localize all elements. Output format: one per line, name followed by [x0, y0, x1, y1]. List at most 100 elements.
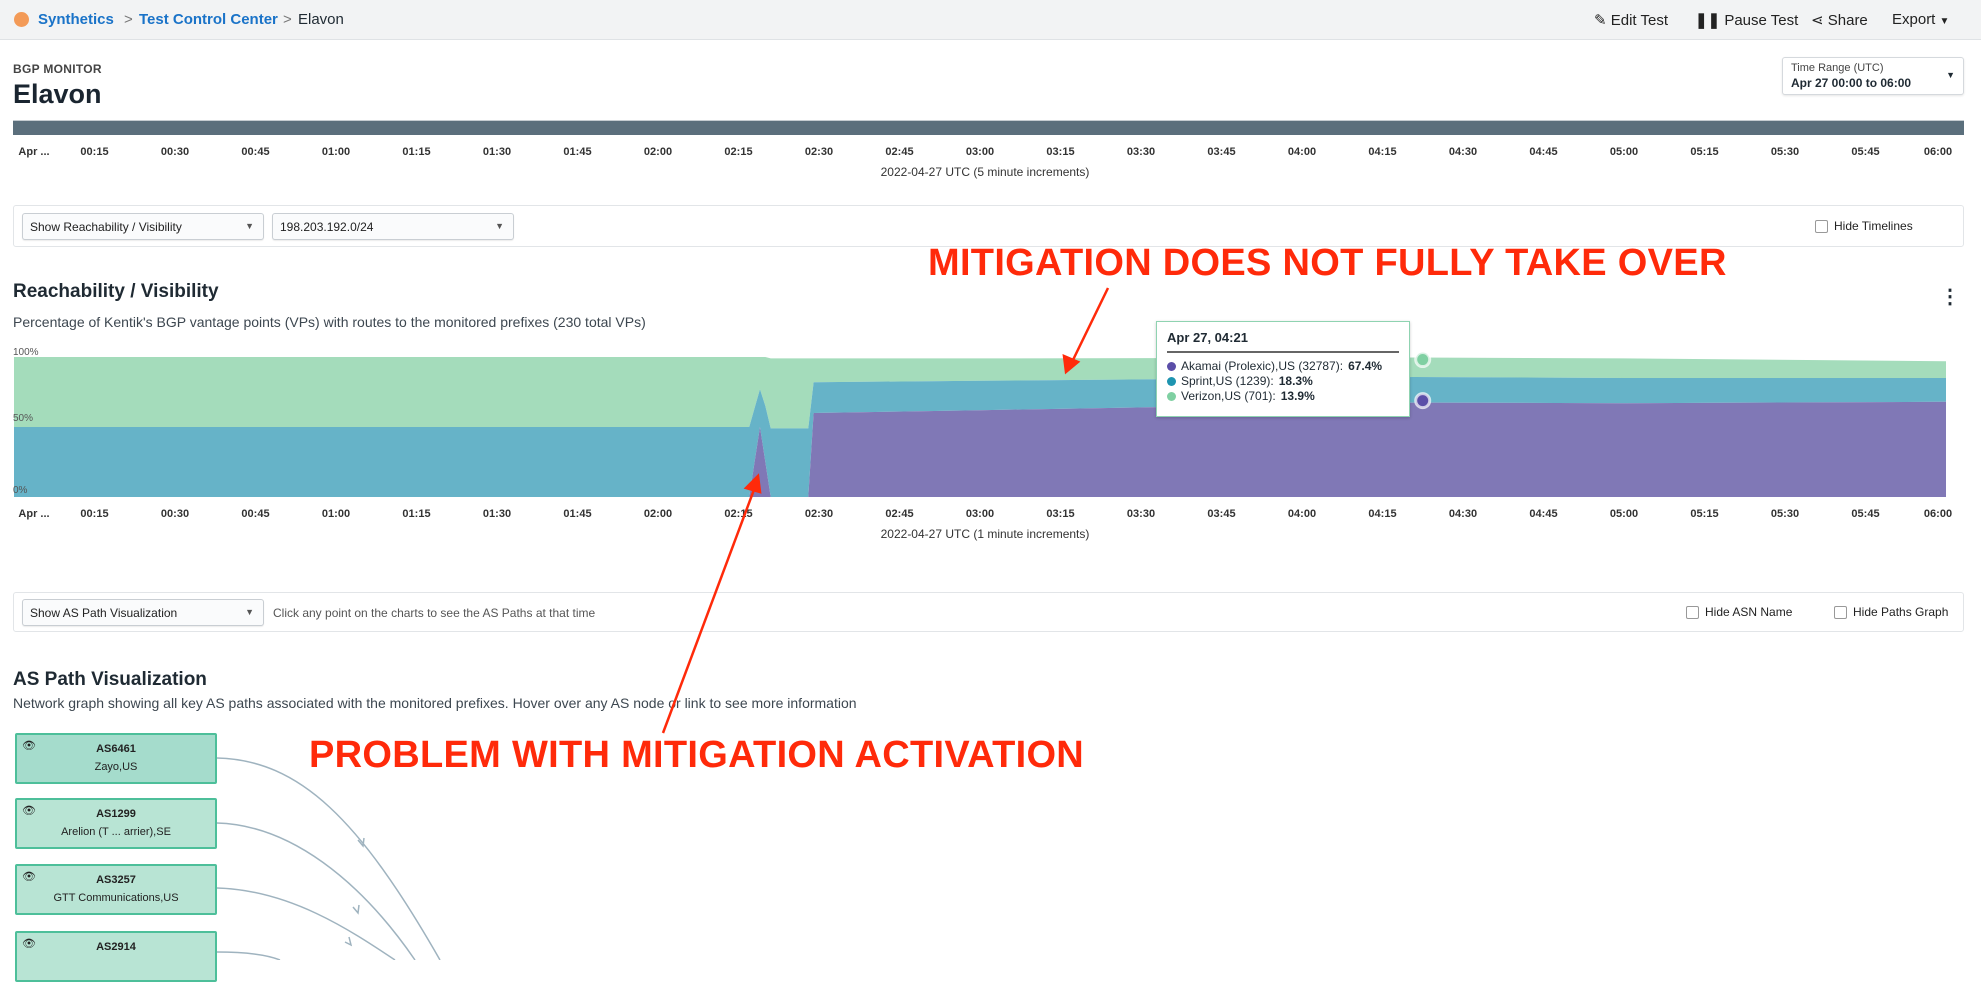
- pause-test-button[interactable]: ❚❚ Pause Test: [1695, 11, 1798, 29]
- timeline-tick-label: 04:30: [1448, 146, 1478, 158]
- caret-down-icon: ▼: [495, 221, 504, 231]
- chart-x-tick-label: 00:15: [80, 508, 109, 520]
- timeline-tick-label: 02:45: [885, 146, 914, 158]
- binoculars-icon[interactable]: 👁: [22, 739, 36, 752]
- aspath-view-select[interactable]: Show AS Path Visualization ▼: [22, 599, 264, 626]
- timeline-tick-label: 02:00: [643, 146, 673, 158]
- share-icon: ⋖: [1811, 12, 1824, 29]
- pause-icon: ❚❚: [1695, 12, 1721, 29]
- chart-y-tick-label: 0%: [13, 485, 28, 496]
- hide-paths-graph-checkbox[interactable]: Hide Paths Graph: [1834, 605, 1948, 619]
- hover-marker: [1414, 351, 1432, 369]
- chart-x-tick-label: 03:00: [965, 508, 995, 520]
- reachability-title: Reachability / Visibility: [13, 281, 219, 302]
- checkbox-icon: [1834, 605, 1847, 619]
- chart-x-tick-label: 02:00: [643, 508, 673, 520]
- as-node[interactable]: 👁 AS1299 Arelion (T ... arrier),SE: [15, 798, 217, 849]
- breadcrumb-test-control-center[interactable]: Test Control Center: [139, 11, 278, 28]
- binoculars-icon[interactable]: 👁: [22, 804, 36, 817]
- timeline-tick-label: 01:45: [563, 146, 592, 158]
- aspath-link: [216, 951, 281, 960]
- timeline-tick-label: 04:45: [1529, 146, 1558, 158]
- timeline-tick-label: 04:00: [1287, 146, 1317, 158]
- reachability-subtitle: Percentage of Kentik's BGP vantage point…: [13, 314, 646, 330]
- chart-x-tick-label: 01:45: [563, 508, 592, 520]
- as-node[interactable]: 👁 AS3257 GTT Communications,US: [15, 864, 217, 915]
- synthetics-logo-icon: [14, 12, 29, 27]
- timeline-tick-label: 05:45: [1851, 146, 1880, 158]
- chart-x-tick-label: 03:15: [1046, 508, 1075, 520]
- chart-x-tick-label: 04:15: [1368, 508, 1397, 520]
- timeline-tick-label: 03:15: [1046, 146, 1075, 158]
- timeline-tick-label: 02:15: [724, 146, 753, 158]
- aspath-controls-panel: Show AS Path Visualization ▼ Click any po…: [13, 592, 1964, 632]
- series-dot-icon: [1167, 392, 1176, 401]
- caret-down-icon: ▼: [245, 221, 254, 231]
- view-select[interactable]: Show Reachability / Visibility ▼: [22, 213, 264, 240]
- chart-x-tick-label: 01:15: [402, 508, 431, 520]
- chart-y-tick-label: 100%: [13, 347, 39, 358]
- breadcrumb-synthetics[interactable]: Synthetics: [38, 11, 114, 28]
- timeline-tick-label: 01:00: [321, 146, 351, 158]
- chart-x-tick-label: 02:30: [804, 508, 834, 520]
- chart-x-tick-label: 00:30: [160, 508, 190, 520]
- chart-x-label: 2022-04-27 UTC (1 minute increments): [880, 527, 1090, 541]
- prefix-select[interactable]: 198.203.192.0/24 ▼: [272, 213, 514, 240]
- annotation-top: MITIGATION DOES NOT FULLY TAKE OVER: [928, 242, 1727, 284]
- timeline-tick-label: 05:30: [1770, 146, 1800, 158]
- chart-x-tick-label: 05:00: [1609, 508, 1639, 520]
- timeline-tick-label: 05:00: [1609, 146, 1639, 158]
- checkbox-icon: [1686, 605, 1699, 619]
- chart-x-tick-label: 01:30: [482, 508, 512, 520]
- as-node[interactable]: 👁 AS2914: [15, 931, 217, 982]
- timeline-tick-label: 04:15: [1368, 146, 1397, 158]
- timeline-tick-label: 02:30: [804, 146, 834, 158]
- binoculars-icon[interactable]: 👁: [22, 937, 36, 950]
- binoculars-icon[interactable]: 👁: [22, 870, 36, 883]
- chart-x-tick-label: 05:45: [1851, 508, 1880, 520]
- aspath-link: [216, 757, 441, 960]
- timeline-tick-label: 01:15: [402, 146, 431, 158]
- edit-test-button[interactable]: ✎ Edit Test: [1594, 11, 1668, 29]
- hide-asn-name-checkbox[interactable]: Hide ASN Name: [1686, 605, 1792, 619]
- timeline-bar[interactable]: [13, 120, 1964, 135]
- chevron-down-icon: ▼: [1939, 16, 1950, 27]
- breadcrumb-separator: >: [124, 11, 133, 28]
- series-dot-icon: [1167, 362, 1176, 371]
- timeline-tick-label: 03:45: [1207, 146, 1236, 158]
- chart-x-tick-label: Apr ...: [18, 508, 50, 520]
- aspath-title: AS Path Visualization: [13, 669, 207, 690]
- top-bar: Synthetics > Test Control Center > Elavo…: [0, 0, 1981, 40]
- timeline-tick-label: 00:45: [241, 146, 270, 158]
- timeline-tick-label: 03:00: [965, 146, 995, 158]
- edit-icon: ✎: [1594, 12, 1607, 29]
- aspath-link: [216, 887, 396, 960]
- timeline-tick-label: 06:00: [1923, 146, 1953, 158]
- chart-x-tick-label: 02:15: [724, 508, 753, 520]
- page-title: Elavon: [13, 79, 102, 109]
- hide-timelines-checkbox[interactable]: Hide Timelines: [1815, 219, 1913, 233]
- as-node[interactable]: 👁 AS6461 Zayo,US: [15, 733, 217, 784]
- chart-x-tick-label: 05:15: [1690, 508, 1719, 520]
- breadcrumb-current: Elavon: [298, 11, 344, 28]
- arrow-icon: [352, 904, 360, 915]
- tooltip-row: Akamai (Prolexic),US (32787): 67.4%: [1167, 359, 1399, 374]
- kebab-menu-icon[interactable]: ⋮: [1940, 284, 1960, 309]
- chart-x-tick-label: 04:30: [1448, 508, 1478, 520]
- chart-x-tick-label: 04:45: [1529, 508, 1558, 520]
- arrow-icon: [344, 936, 353, 947]
- reachability-chart[interactable]: [0, 340, 1981, 510]
- aspath-subtitle: Network graph showing all key AS paths a…: [13, 695, 857, 711]
- chart-x-tick-label: 03:30: [1126, 508, 1156, 520]
- chart-x-tick-label: 03:45: [1207, 508, 1236, 520]
- tooltip-title: Apr 27, 04:21: [1167, 330, 1399, 353]
- series-dot-icon: [1167, 377, 1176, 386]
- timeline-tick-label: 00:30: [160, 146, 190, 158]
- share-button[interactable]: ⋖ Share: [1811, 11, 1868, 29]
- export-button[interactable]: Export ▼: [1892, 11, 1949, 28]
- timeline-tick-label: 03:30: [1126, 146, 1156, 158]
- time-range-label: Time Range (UTC): [1791, 62, 1884, 74]
- chevron-down-icon: ▼: [1946, 70, 1955, 80]
- chart-x-tick-label: 01:00: [321, 508, 351, 520]
- time-range-select[interactable]: Time Range (UTC) Apr 27 00:00 to 06:00 ▼: [1782, 57, 1964, 95]
